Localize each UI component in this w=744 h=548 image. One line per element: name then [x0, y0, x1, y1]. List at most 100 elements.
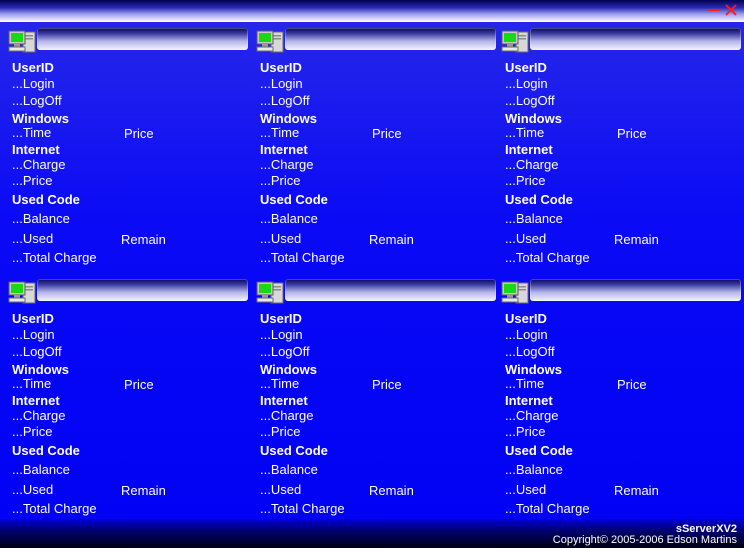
price-label: Price	[372, 126, 402, 141]
time-label: ...Time	[505, 125, 545, 140]
station-panel[interactable]: UserID ...Login ...LogOff Windows ...Time Pri…	[496, 276, 742, 522]
station-panel[interactable]: UserID ...Login ...LogOff Windows ...Time Pri…	[496, 25, 742, 271]
windows-label: Windows	[505, 362, 562, 377]
balance-label: ...Balance	[12, 462, 70, 477]
used-label: ...Used	[505, 482, 547, 497]
userid-label: UserID	[260, 60, 302, 75]
login-label: ...Login	[260, 76, 303, 91]
remain-label: Remain	[614, 483, 659, 498]
title-bar[interactable]	[0, 0, 744, 22]
remain-label: Remain	[369, 483, 414, 498]
internet-price-label: ...Price	[260, 173, 301, 188]
app-window: UserID ...Login ...LogOff Windows ...Time Pri…	[0, 0, 744, 548]
used-label: ...Used	[505, 231, 547, 246]
used-label: ...Used	[12, 231, 54, 246]
charge-label: ...Charge	[505, 408, 559, 423]
copyright-text: Copyright© 2005-2006 Edson Martins	[552, 534, 737, 546]
userid-label: UserID	[505, 60, 547, 75]
logoff-label: ...LogOff	[260, 93, 310, 108]
close-icon[interactable]	[723, 2, 739, 18]
logoff-label: ...LogOff	[260, 344, 310, 359]
internet-label: Internet	[260, 393, 308, 408]
login-label: ...Login	[505, 327, 548, 342]
station-name-bar[interactable]	[285, 279, 496, 301]
time-label: ...Time	[260, 125, 300, 140]
used-label: ...Used	[260, 231, 302, 246]
remain-label: Remain	[369, 232, 414, 247]
charge-label: ...Charge	[260, 408, 314, 423]
computer-icon	[256, 29, 286, 55]
internet-price-label: ...Price	[505, 173, 546, 188]
minimize-icon[interactable]	[706, 2, 720, 16]
total-charge-label: ...Total Charge	[260, 250, 345, 265]
station-panel[interactable]: UserID ...Login ...LogOff Windows ...Time Pri…	[251, 276, 497, 522]
price-label: Price	[124, 126, 154, 141]
total-charge-label: ...Total Charge	[505, 250, 590, 265]
used-code-label: Used Code	[12, 192, 80, 207]
price-label: Price	[617, 377, 647, 392]
internet-price-label: ...Price	[12, 173, 53, 188]
computer-icon	[501, 29, 531, 55]
computer-icon	[8, 29, 38, 55]
time-label: ...Time	[12, 125, 52, 140]
station-name-bar[interactable]	[37, 279, 248, 301]
charge-label: ...Charge	[505, 157, 559, 172]
internet-price-label: ...Price	[12, 424, 53, 439]
remain-label: Remain	[121, 483, 166, 498]
time-label: ...Time	[505, 376, 545, 391]
internet-price-label: ...Price	[260, 424, 301, 439]
computer-icon	[256, 280, 286, 306]
windows-label: Windows	[260, 111, 317, 126]
price-label: Price	[617, 126, 647, 141]
internet-price-label: ...Price	[505, 424, 546, 439]
userid-label: UserID	[12, 60, 54, 75]
total-charge-label: ...Total Charge	[12, 501, 97, 516]
balance-label: ...Balance	[505, 211, 563, 226]
windows-label: Windows	[12, 111, 69, 126]
used-code-label: Used Code	[12, 443, 80, 458]
balance-label: ...Balance	[505, 462, 563, 477]
login-label: ...Login	[12, 327, 55, 342]
balance-label: ...Balance	[260, 462, 318, 477]
login-label: ...Login	[12, 76, 55, 91]
internet-label: Internet	[260, 142, 308, 157]
used-code-label: Used Code	[505, 443, 573, 458]
total-charge-label: ...Total Charge	[12, 250, 97, 265]
total-charge-label: ...Total Charge	[505, 501, 590, 516]
used-code-label: Used Code	[260, 192, 328, 207]
total-charge-label: ...Total Charge	[260, 501, 345, 516]
used-label: ...Used	[12, 482, 54, 497]
station-name-bar[interactable]	[530, 28, 741, 50]
internet-label: Internet	[505, 142, 553, 157]
logoff-label: ...LogOff	[12, 93, 62, 108]
price-label: Price	[372, 377, 402, 392]
login-label: ...Login	[260, 327, 303, 342]
used-code-label: Used Code	[260, 443, 328, 458]
logoff-label: ...LogOff	[12, 344, 62, 359]
used-label: ...Used	[260, 482, 302, 497]
login-label: ...Login	[505, 76, 548, 91]
station-panel[interactable]: UserID ...Login ...LogOff Windows ...Time Pri…	[3, 276, 249, 522]
station-name-bar[interactable]	[37, 28, 248, 50]
price-label: Price	[124, 377, 154, 392]
computer-icon	[501, 280, 531, 306]
internet-label: Internet	[12, 393, 60, 408]
used-code-label: Used Code	[505, 192, 573, 207]
station-name-bar[interactable]	[530, 279, 741, 301]
time-label: ...Time	[12, 376, 52, 391]
windows-label: Windows	[12, 362, 69, 377]
balance-label: ...Balance	[260, 211, 318, 226]
userid-label: UserID	[505, 311, 547, 326]
windows-label: Windows	[260, 362, 317, 377]
internet-label: Internet	[505, 393, 553, 408]
computer-icon	[8, 280, 38, 306]
station-name-bar[interactable]	[285, 28, 496, 50]
userid-label: UserID	[12, 311, 54, 326]
station-panel[interactable]: UserID ...Login ...LogOff Windows ...Time Pri…	[251, 25, 497, 271]
userid-label: UserID	[260, 311, 302, 326]
charge-label: ...Charge	[260, 157, 314, 172]
windows-label: Windows	[505, 111, 562, 126]
charge-label: ...Charge	[12, 408, 66, 423]
station-panel[interactable]: UserID ...Login ...LogOff Windows ...Time Pri…	[3, 25, 249, 271]
logoff-label: ...LogOff	[505, 344, 555, 359]
